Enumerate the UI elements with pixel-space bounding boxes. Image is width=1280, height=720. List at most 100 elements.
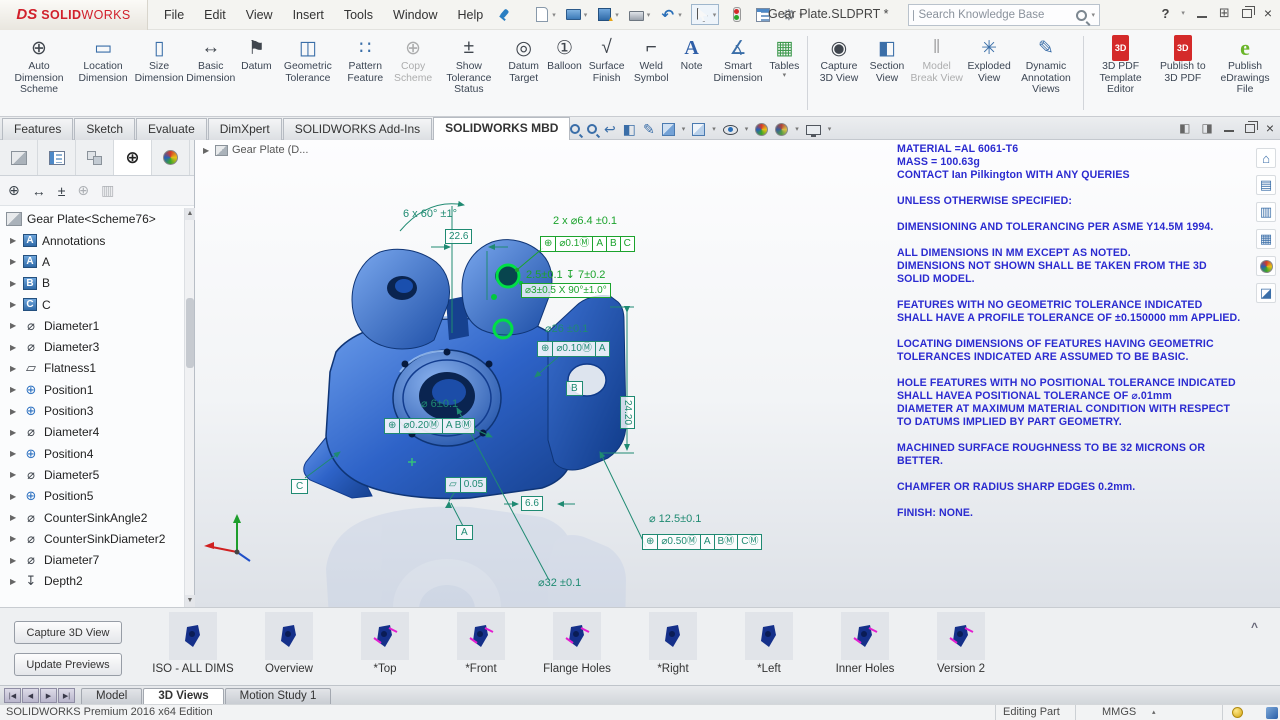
tree-item-diameter5[interactable]: ▶ ⌀ Diameter5 — [0, 464, 184, 485]
view-thumbnail-image[interactable] — [745, 612, 793, 660]
tree-item-flatness1[interactable]: ▶ ▱ Flatness1 — [0, 358, 184, 379]
dimxpertmanager-tab[interactable]: ⊕ — [114, 140, 152, 175]
view-thumb-iso-all-dims[interactable]: ISO - ALL DIMS — [145, 612, 241, 675]
doc-tab-3d-views[interactable]: 3D Views — [143, 688, 223, 704]
hide-show-items-icon[interactable] — [723, 125, 738, 135]
menu-view[interactable]: View — [246, 8, 273, 22]
expand-arrow-icon[interactable]: ▶ — [10, 407, 18, 416]
ribbon-button-caret[interactable]: ▾ — [783, 73, 787, 79]
tree-item-countersinkdiameter2[interactable]: ▶ ⌀ CounterSinkDiameter2 — [0, 528, 184, 549]
tab-dimxpert[interactable]: DimXpert — [208, 118, 282, 140]
tolerance-status-tool-icon[interactable]: ± — [58, 183, 66, 199]
tab-sketch[interactable]: Sketch — [74, 118, 135, 140]
tree-item-position1[interactable]: ▶ ⊕ Position1 — [0, 379, 184, 400]
expand-arrow-icon[interactable]: ▶ — [10, 470, 18, 479]
menu-file[interactable]: File — [164, 8, 184, 22]
publish-to-3d-pdf-button[interactable]: 3D Publish to 3D PDF — [1154, 34, 1212, 85]
home-icon[interactable]: ⌂ — [1256, 148, 1276, 168]
custom-properties-icon[interactable]: ◪ — [1256, 283, 1276, 303]
view-thumbnail-image[interactable] — [649, 612, 697, 660]
note-button[interactable]: A Note — [673, 34, 711, 74]
print-icon[interactable] — [628, 6, 645, 23]
tree-item-c[interactable]: ▶ C C — [0, 294, 184, 315]
file-explorer-icon[interactable]: ▥ — [1256, 202, 1276, 222]
update-previews-button[interactable]: Update Previews — [14, 653, 122, 676]
design-library-icon[interactable]: ▤ — [1256, 175, 1276, 195]
fcf-flatness[interactable]: ▱0.05 — [446, 477, 487, 493]
doc-minimize-icon[interactable] — [1224, 130, 1234, 132]
help-icon[interactable]: ? — [1161, 6, 1169, 21]
view-thumbnail-image[interactable] — [457, 612, 505, 660]
doc-tab-motion-study-1[interactable]: Motion Study 1 — [225, 688, 332, 704]
previous-view-icon[interactable]: ↩ — [604, 121, 616, 138]
help-sphere-icon[interactable] — [1232, 707, 1243, 718]
copy-scheme-button[interactable]: ⊕ Copy Scheme — [390, 34, 436, 85]
scroll-up-icon[interactable]: ▲ — [185, 208, 195, 220]
view-thumb-right[interactable]: *Right — [625, 612, 721, 675]
expand-arrow-icon[interactable]: ▶ — [10, 343, 18, 352]
datum-button[interactable]: ⚑ Datum — [237, 34, 275, 74]
tree-item-countersinkangle2[interactable]: ▶ ⌀ CounterSinkAngle2 — [0, 507, 184, 528]
dynamic-annotation-icon[interactable]: ✎ — [643, 121, 655, 138]
collapse-panel-icon[interactable]: ^ — [1251, 620, 1258, 634]
zoom-to-area-icon[interactable] — [587, 124, 597, 134]
view-thumb-flange-holes[interactable]: Flange Holes — [529, 612, 625, 675]
featuremanager-tab[interactable] — [0, 140, 38, 175]
menu-window[interactable]: Window — [393, 8, 437, 22]
restore-icon[interactable] — [1242, 9, 1252, 18]
help-dropdown-icon[interactable]: ▾ — [1181, 9, 1185, 17]
appearances-icon[interactable] — [1256, 256, 1276, 276]
view-thumbnail-image[interactable] — [169, 612, 217, 660]
minimize-icon[interactable] — [1197, 16, 1207, 18]
expand-arrow-icon[interactable]: ▶ — [10, 385, 18, 394]
view-thumb-version-2[interactable]: Version 2 — [913, 612, 1009, 675]
web-help-icon[interactable] — [1266, 707, 1278, 719]
nav-[interactable]: ▶| — [58, 688, 75, 703]
balloon-button[interactable]: ① Balloon — [545, 34, 583, 74]
graphics-viewport[interactable]: ▶ Gear Plate (D... MATERIAL =AL 6061-T6M… — [195, 140, 1280, 607]
expand-arrow-icon[interactable]: ▶ — [10, 449, 18, 458]
basic-dimension-tool-icon[interactable]: ↔ — [32, 183, 46, 199]
search-dropdown-icon[interactable]: ▾ — [1091, 11, 1095, 19]
zoom-to-fit-icon[interactable] — [570, 124, 580, 134]
expand-arrow-icon[interactable]: ▶ — [10, 321, 18, 330]
mbd-notes[interactable]: MATERIAL =AL 6061-T6MASS = 100.63gCONTAC… — [897, 143, 1269, 520]
dim-width[interactable]: 22.6 — [445, 229, 472, 244]
exploded-view-button[interactable]: ✳ Exploded View — [965, 34, 1013, 85]
doc-tab-model[interactable]: Model — [81, 688, 142, 704]
view-palette-icon[interactable]: ▦ — [1256, 229, 1276, 249]
auto-dimension-scheme-button[interactable]: ⊕ Auto Dimension Scheme — [6, 34, 72, 97]
menu-help[interactable]: Help — [458, 8, 484, 22]
search-input[interactable] — [918, 9, 1072, 21]
new-document-icon[interactable] — [533, 6, 550, 23]
expand-arrow-icon[interactable]: ▶ — [10, 257, 18, 266]
model-break-view-button[interactable]: ‖ Model Break View — [908, 34, 965, 85]
menu-edit[interactable]: Edit — [204, 8, 226, 22]
nav-[interactable]: ▶ — [40, 688, 57, 703]
view-thumb-front[interactable]: *Front — [433, 612, 529, 675]
dynamic-annotation-views-button[interactable]: ✎ Dynamic Annotation Views — [1013, 34, 1079, 97]
publish-edrawings-file-button[interactable]: e Publish eDrawings File — [1212, 34, 1278, 97]
tree-item-b[interactable]: ▶ B B — [0, 273, 184, 294]
tab-solidworks-mbd[interactable]: SOLIDWORKS MBD — [433, 117, 570, 140]
expand-arrow-icon[interactable]: ▶ — [10, 513, 18, 522]
units-dropdown-icon[interactable]: ▴ — [1152, 708, 1156, 716]
tables-button[interactable]: ▦ Tables ▾ — [765, 34, 803, 80]
capture-3d-view-button[interactable]: ◉ Capture 3D View — [812, 34, 866, 85]
location-dimension-button[interactable]: ▭ Location Dimension — [72, 34, 134, 85]
tree-item-diameter4[interactable]: ▶ ⌀ Diameter4 — [0, 422, 184, 443]
view-thumb-inner-holes[interactable]: Inner Holes — [817, 612, 913, 675]
view-orientation-icon[interactable] — [662, 123, 675, 136]
general-tolerance-tool-icon[interactable]: ▥ — [101, 182, 114, 199]
fcf-small-hole[interactable]: ⊕⌀0.20ⓂA BⓂ — [385, 418, 475, 434]
display-style-icon[interactable] — [692, 123, 705, 136]
section-view-icon[interactable]: ◧ — [623, 121, 636, 138]
copy-scheme-tool-icon[interactable]: ⊕ — [77, 182, 89, 199]
expand-icon[interactable]: ⊞ — [1219, 5, 1230, 21]
pdf-template-editor-button[interactable]: 3D 3D PDF Template Editor — [1088, 34, 1154, 97]
datum-target-button[interactable]: ◎ Datum Target — [502, 34, 546, 85]
pin-menu-icon[interactable] — [497, 8, 511, 22]
tab-features[interactable]: Features — [2, 118, 73, 140]
datum-label-c[interactable]: C — [291, 479, 308, 494]
dim-countersink-depth[interactable]: 2.5±0.1 ↧ 7±0.2 — [526, 268, 605, 281]
